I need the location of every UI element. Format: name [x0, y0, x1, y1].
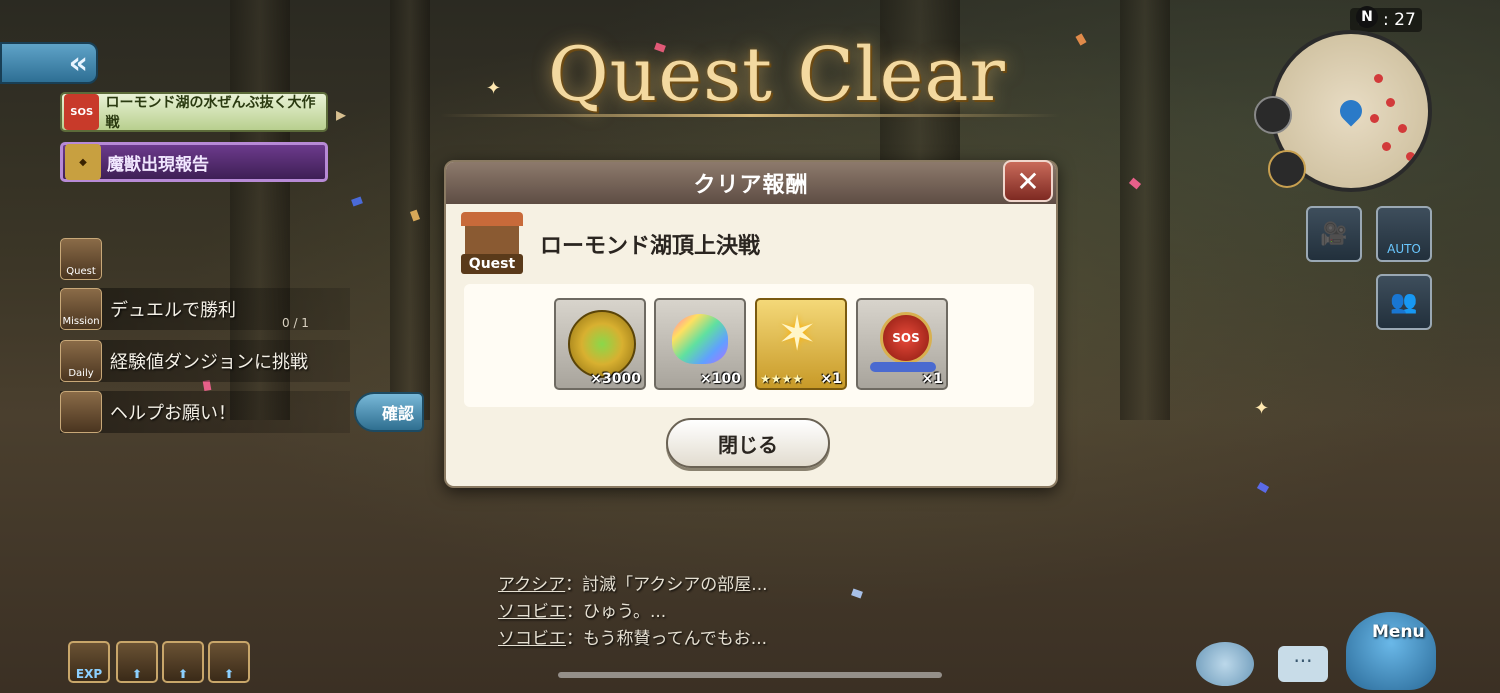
quest-clear-title: Quest Clear	[548, 32, 1006, 118]
map-character-icon[interactable]	[1268, 150, 1306, 188]
close-dialog-button[interactable]: 閉じる	[666, 418, 830, 468]
beast-banner-label: 魔獣出現報告	[107, 154, 209, 175]
beast-report-banner[interactable]: ◆ 魔獣出現報告	[60, 142, 328, 182]
quest-name: ローモンド湖頂上決戦	[540, 234, 761, 259]
home-indicator	[558, 672, 942, 678]
confetti-piece	[1075, 33, 1087, 46]
chat-username: アクシア	[498, 575, 566, 595]
reward-gold-coin[interactable]: ×3000	[554, 298, 646, 390]
daily-label: 経験値ダンジョンに挑戦	[110, 352, 308, 373]
compass-north-icon: N	[1356, 6, 1378, 28]
quest-icon: Quest	[461, 212, 523, 274]
map-marker	[1370, 114, 1379, 123]
chat-line[interactable]: ソコビエ：ひゅう。...	[498, 597, 666, 622]
reward-qty: ×3000	[590, 371, 641, 387]
event-banner-label: ローモンド湖の水ぜんぶ抜く大作戦	[105, 95, 316, 131]
tree-trunk	[390, 0, 430, 420]
sparkle-icon: ✦	[1254, 398, 1270, 419]
map-toggle-icon[interactable]	[1254, 96, 1292, 134]
emote-icon[interactable]	[1196, 642, 1254, 686]
chat-bubble-icon[interactable]: ···	[1278, 646, 1328, 682]
coin-boost-icon[interactable]: ⬆	[116, 641, 158, 683]
chat-line[interactable]: アクシア：討滅「アクシアの部屋...	[498, 570, 768, 595]
handshake-icon	[60, 391, 102, 433]
sparkle-icon: ✦	[486, 78, 502, 99]
item-boost-icon[interactable]: ⬆	[162, 641, 204, 683]
help-label: ヘルプお願い！	[110, 403, 236, 424]
chat-username: ソコビエ	[498, 629, 566, 649]
confetti-piece	[1256, 481, 1270, 494]
chat-username: ソコビエ	[498, 602, 566, 622]
reward-qty: ×1	[921, 371, 943, 387]
drop-boost-icon[interactable]: ⬆	[208, 641, 250, 683]
map-marker	[1382, 142, 1391, 151]
camera-icon[interactable]: 🎥	[1306, 206, 1362, 262]
sos-medal-icon: SOS	[880, 312, 932, 364]
quest-icon-roof	[461, 212, 523, 226]
menu-label: Menu	[1372, 622, 1425, 642]
event-banner[interactable]: SOS ローモンド湖の水ぜんぶ抜く大作戦	[60, 92, 328, 132]
daily-row[interactable]: Daily 経験値ダンジョンに挑戦	[60, 340, 350, 382]
close-icon[interactable]: ✕	[1003, 160, 1053, 202]
map-marker	[1406, 152, 1415, 161]
rainbow-crystal-icon	[672, 314, 728, 364]
map-marker	[1398, 124, 1407, 133]
rewards-panel	[464, 284, 1034, 407]
reward-qty: ×100	[700, 371, 741, 387]
double-chevron-left-icon: «	[68, 45, 89, 81]
chat-message: ：ひゅう。...	[566, 602, 667, 622]
mission-progress: 0 / 1	[282, 316, 309, 330]
chat-message: ：もう称賛ってんでもお...	[566, 629, 768, 649]
confirm-button[interactable]: 確認	[354, 392, 424, 432]
star-crystal-icon: ✶	[777, 306, 818, 362]
confetti-piece	[351, 196, 363, 207]
map-marker	[1386, 98, 1395, 107]
quest-icon-board	[465, 226, 519, 256]
sos-icon: SOS	[64, 94, 100, 130]
daily-icon: Daily	[60, 340, 102, 382]
title-underline	[440, 114, 1060, 117]
reward-star-crystal[interactable]: ✶ ★★★★ ×1	[755, 298, 847, 390]
party-icon[interactable]: 👥	[1376, 274, 1432, 330]
mission-icon: Mission	[60, 288, 102, 330]
chat-message: ：討滅「アクシアの部屋...	[565, 575, 768, 595]
menu-button[interactable]: Menu	[1346, 612, 1436, 690]
reward-qty: ×1	[820, 371, 842, 387]
beast-mask-icon: ◆	[65, 144, 101, 180]
dialog-header: クリア報酬	[446, 162, 1056, 204]
reward-sos-medal[interactable]: SOS ×1	[856, 298, 948, 390]
reward-rainbow-crystal[interactable]: ×100	[654, 298, 746, 390]
back-button[interactable]: «	[0, 42, 98, 84]
player-marker	[1335, 95, 1367, 127]
map-marker	[1374, 74, 1383, 83]
quest-board-icon[interactable]: Quest	[60, 238, 102, 280]
chat-line[interactable]: ソコビエ：もう称賛ってんでもお...	[498, 624, 767, 649]
help-row[interactable]: ヘルプお願い！	[60, 391, 350, 433]
quest-icon-label: Quest	[461, 254, 523, 274]
tree-trunk	[1120, 0, 1170, 420]
chevron-right-icon: ▸	[336, 102, 347, 126]
mission-row[interactable]: Mission デュエルで勝利 0 / 1	[60, 288, 350, 330]
auto-button[interactable]: AUTO	[1376, 206, 1432, 262]
gold-coin-icon	[568, 310, 636, 378]
exp-boost-button[interactable]: EXP	[68, 641, 110, 683]
rarity-stars: ★★★★	[760, 372, 804, 386]
mission-label: デュエルで勝利	[110, 300, 236, 321]
confetti-piece	[851, 588, 863, 599]
